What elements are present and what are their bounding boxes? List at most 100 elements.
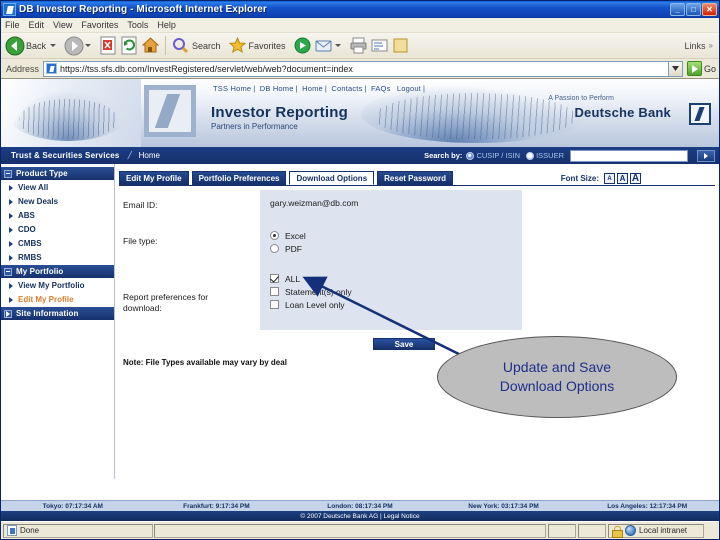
forward-dropdown-icon[interactable] [85, 44, 92, 47]
sidebar-item-label: View All [18, 183, 49, 192]
tab-portfolio-preferences[interactable]: Portfolio Preferences [191, 171, 287, 185]
checkbox-loan-level-only[interactable] [270, 300, 279, 309]
report-option-loan-level-only[interactable]: Loan Level only [270, 298, 352, 311]
back-arrow-icon [4, 35, 25, 56]
font-size-small-button[interactable]: A [604, 173, 615, 184]
discuss-icon[interactable] [390, 35, 411, 56]
menu-item-favorites[interactable]: Favorites [81, 20, 118, 30]
font-size-medium-button[interactable]: A [617, 173, 628, 184]
print-icon[interactable] [348, 35, 369, 56]
sidebar-item-view-all[interactable]: View All [1, 181, 114, 194]
chevron-right-icon [9, 212, 13, 219]
nav-link-logout[interactable]: Logout [397, 84, 421, 93]
nav-link-tss-home[interactable]: TSS Home [213, 84, 251, 93]
status-message: Done [20, 526, 40, 535]
sidebar-item-rmbs[interactable]: RMBS [1, 251, 114, 264]
stop-icon[interactable] [98, 35, 119, 56]
menu-item-view[interactable]: View [53, 20, 72, 30]
media-icon[interactable] [292, 35, 313, 56]
file-type-option-pdf[interactable]: PDF [270, 242, 306, 255]
search-go-button[interactable] [697, 149, 715, 162]
font-size-control: Font Size: A A A [561, 173, 641, 184]
banner-fan-graphic-right [361, 85, 591, 143]
edit-icon[interactable] [369, 35, 390, 56]
breadcrumb[interactable]: Home [139, 151, 160, 160]
sidebar-item-view-my-portfolio[interactable]: View My Portfolio [1, 279, 114, 292]
status-message-cell: Done [3, 523, 153, 538]
sidebar-item-abs[interactable]: ABS [1, 209, 114, 222]
menu-item-help[interactable]: Help [157, 20, 176, 30]
checkbox-loan-level-only-label: Loan Level only [285, 299, 345, 310]
forward-button[interactable] [63, 35, 95, 56]
mail-icon [313, 35, 334, 56]
tab-edit-my-profile[interactable]: Edit My Profile [119, 171, 189, 185]
radio-pdf[interactable] [270, 244, 279, 253]
save-button[interactable]: Save [373, 338, 435, 350]
links-label: Links [684, 40, 706, 51]
menu-item-edit[interactable]: Edit [29, 20, 45, 30]
resize-grip[interactable] [704, 523, 717, 538]
timezone-london: London: 08:17:34 PM [327, 502, 393, 510]
nav-link-contacts[interactable]: Contacts [331, 84, 362, 93]
close-button[interactable]: ✕ [702, 3, 717, 16]
options-panel: gary.weizman@db.com Excel PDF ALL Statem… [260, 190, 522, 330]
checkbox-statements-only[interactable] [270, 287, 279, 296]
address-dropdown-button[interactable] [668, 60, 683, 77]
menu-item-tools[interactable]: Tools [127, 20, 148, 30]
report-preferences-label-line1: Report preferences for [123, 292, 209, 302]
sidebar-item-cdo[interactable]: CDO [1, 223, 114, 236]
menu-bar: File Edit View Favorites Tools Help [1, 18, 719, 33]
nav-link-faqs[interactable]: FAQs [371, 84, 391, 93]
page-title: Investor Reporting [211, 104, 348, 121]
report-option-statements-only[interactable]: Statement(s) only [270, 285, 352, 298]
brand-name: Deutsche Bank [574, 105, 671, 120]
timezone-los-angeles: Los Angeles: 12:17:34 PM [607, 502, 688, 510]
back-button[interactable]: Back [4, 35, 60, 56]
maximize-button[interactable]: □ [686, 3, 701, 16]
links-area[interactable]: Links » [685, 41, 719, 51]
section-title: Trust & Securities Services [11, 151, 120, 160]
radio-excel[interactable] [270, 231, 279, 240]
sidebar-item-label: CMBS [18, 239, 42, 248]
sidebar-item-edit-my-profile[interactable]: Edit My Profile [1, 293, 114, 306]
report-option-all[interactable]: ALL [270, 272, 352, 285]
font-size-large-button[interactable]: A [630, 173, 641, 184]
browser-status-bar: Done Local intranet [1, 521, 719, 539]
sidebar-item-label: RMBS [18, 253, 42, 262]
home-icon[interactable] [140, 35, 161, 56]
address-input[interactable]: https://tss.sfs.db.com/InvestRegistered/… [43, 60, 669, 77]
report-preferences-label-line2: download: [123, 303, 162, 313]
sidebar-group-product-type[interactable]: Product Type [1, 167, 114, 180]
mail-dropdown-icon[interactable] [334, 44, 341, 47]
sidebar-item-new-deals[interactable]: New Deals [1, 195, 114, 208]
tab-reset-password[interactable]: Reset Password [377, 171, 453, 185]
refresh-icon[interactable] [119, 35, 140, 56]
collapse-minus-icon [4, 169, 12, 178]
email-id-label: Email ID: [123, 200, 158, 210]
nav-link-db-home[interactable]: DB Home [260, 84, 294, 93]
search-option-cusip-label: CUSIP / ISIN [476, 151, 521, 160]
file-type-option-excel[interactable]: Excel [270, 229, 306, 242]
sidebar-group-site-information[interactable]: Site Information [1, 307, 114, 320]
ie-document-icon [3, 3, 16, 16]
sidebar-item-cmbs[interactable]: CMBS [1, 237, 114, 250]
menu-item-file[interactable]: File [5, 20, 20, 30]
mail-button[interactable] [313, 35, 345, 56]
nav-link-home[interactable]: Home [302, 84, 323, 93]
tab-download-options[interactable]: Download Options [289, 171, 375, 185]
search-radio-cusip[interactable] [466, 151, 475, 160]
favorites-star-icon [227, 35, 248, 56]
favorites-button[interactable]: Favorites [227, 35, 289, 56]
security-zone-cell[interactable]: Local intranet [608, 523, 704, 538]
go-button[interactable]: Go [686, 61, 716, 76]
back-dropdown-icon[interactable] [50, 44, 57, 47]
search-radio-issuer[interactable] [526, 151, 535, 160]
report-preferences-checkbox-group: ALL Statement(s) only Loan Level only [270, 272, 352, 311]
minimize-button[interactable]: _ [670, 3, 685, 16]
search-button[interactable]: Search [170, 35, 224, 56]
sidebar-group-my-portfolio[interactable]: My Portfolio [1, 265, 114, 278]
checkbox-all[interactable] [270, 274, 279, 283]
sidebar-item-label: CDO [18, 225, 36, 234]
search-input[interactable] [570, 149, 688, 162]
main-content: Edit My Profile Portfolio Preferences Do… [114, 164, 719, 479]
